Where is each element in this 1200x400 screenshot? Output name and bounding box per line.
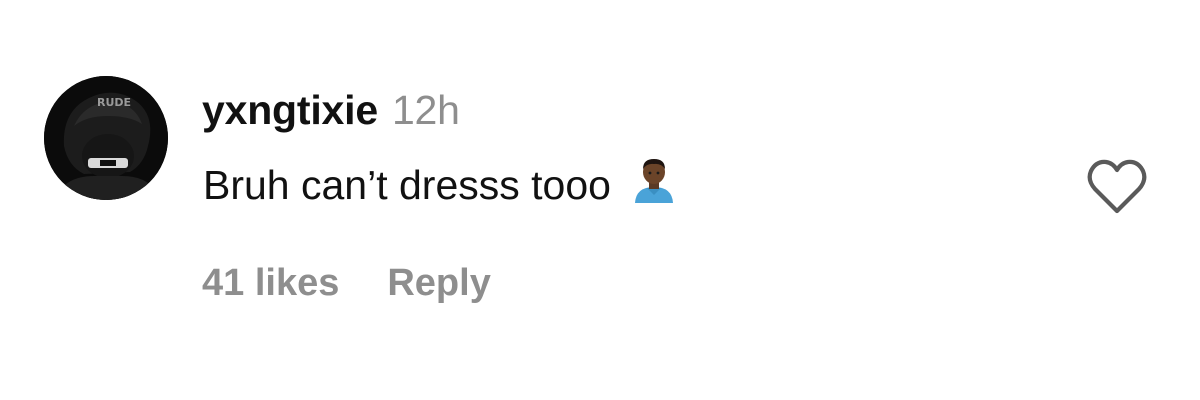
like-button[interactable] (1086, 158, 1148, 216)
comment-item: RUDE yxngtixie 12h Bruh can’t dresss tooo (0, 0, 1200, 400)
timestamp: 12h (391, 87, 460, 133)
heart-outline-icon (1087, 159, 1147, 214)
likes-count-link[interactable]: 41 likes (202, 262, 339, 304)
username-link[interactable]: yxngtixie (202, 87, 378, 133)
avatar[interactable]: RUDE (44, 76, 168, 200)
avatar-text: RUDE (97, 96, 131, 109)
comment-meta: 41 likes Reply (202, 264, 491, 302)
comment-text-row: Bruh can’t dresss tooo (203, 158, 675, 210)
reply-button[interactable]: Reply (387, 262, 490, 304)
avatar-image: RUDE (44, 76, 168, 200)
comment-text: Bruh can’t dresss tooo (203, 162, 611, 208)
comment-header: yxngtixie 12h (202, 90, 460, 131)
person-emoji-icon (633, 157, 675, 210)
